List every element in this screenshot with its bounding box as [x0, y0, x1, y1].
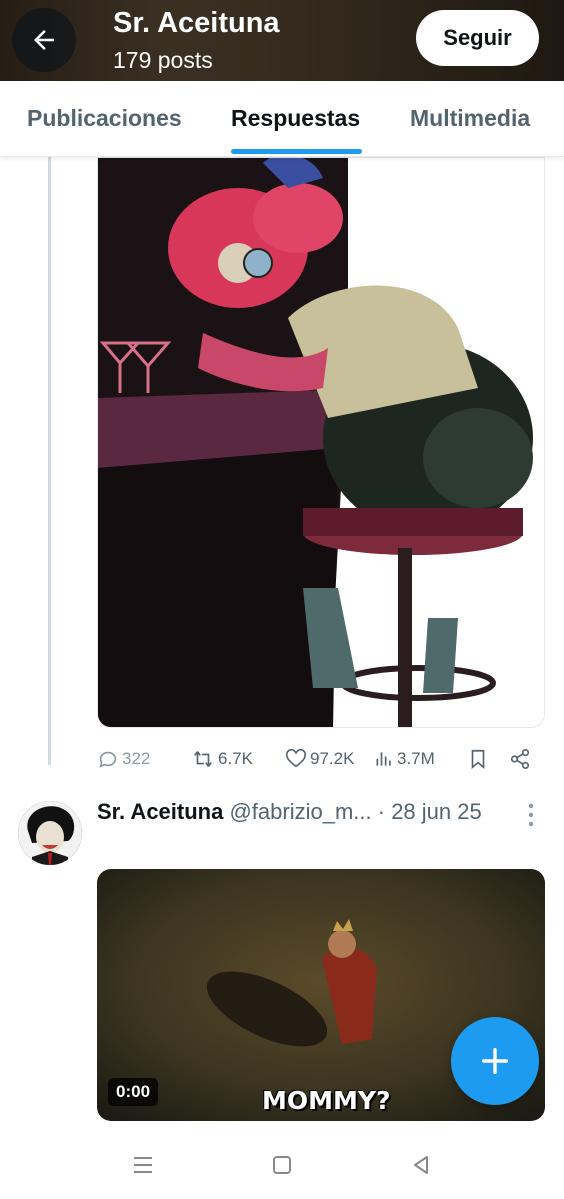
more-vertical-icon	[528, 803, 534, 827]
repost-icon	[194, 751, 212, 767]
bookmark-button[interactable]	[467, 744, 489, 774]
avatar[interactable]	[18, 801, 82, 865]
follow-button[interactable]: Seguir	[416, 10, 539, 66]
reply-count: 322	[122, 749, 151, 768]
active-tab-indicator	[231, 149, 362, 154]
compose-post-button[interactable]	[451, 1017, 539, 1105]
illustration-image	[98, 158, 544, 727]
tab-respuestas[interactable]: Respuestas	[231, 105, 360, 132]
system-navigation-bar	[0, 1130, 564, 1199]
profile-header: Sr. Aceituna 179 posts Seguir	[0, 0, 564, 81]
tab-publicaciones[interactable]: Publicaciones	[27, 105, 182, 132]
thread-connector	[48, 157, 51, 765]
plus-icon	[481, 1047, 509, 1075]
author-handle[interactable]: @fabrizio_m...	[229, 799, 371, 824]
share-icon	[510, 749, 530, 769]
post-author-line: Sr. Aceituna @fabrizio_m... · 28 jun 25	[97, 799, 482, 825]
post-image[interactable]	[97, 157, 545, 728]
post-actions: 322 6.7K 97.2K 3.7M	[97, 744, 545, 774]
views-button[interactable]: 3.7M	[374, 744, 435, 774]
menu-lines-icon	[134, 1157, 152, 1173]
heart-icon	[285, 748, 307, 768]
profile-name: Sr. Aceituna	[113, 7, 280, 39]
bookmark-icon	[471, 749, 485, 770]
home-button[interactable]	[267, 1150, 297, 1180]
profile-tabs: Publicaciones Respuestas Multimedia	[0, 81, 564, 157]
author-name[interactable]: Sr. Aceituna	[97, 799, 223, 824]
post-count: 179 posts	[113, 47, 213, 73]
tab-multimedia[interactable]: Multimedia	[410, 105, 530, 132]
view-count: 3.7M	[397, 749, 435, 768]
reply-button[interactable]: 322	[97, 744, 150, 774]
back-nav-button[interactable]	[406, 1150, 436, 1180]
arrow-left-icon	[34, 30, 54, 50]
home-square-icon	[273, 1156, 291, 1174]
video-duration: 0:00	[108, 1078, 159, 1106]
like-button[interactable]: 97.2K	[285, 744, 354, 774]
repost-button[interactable]: 6.7K	[191, 744, 253, 774]
repost-count: 6.7K	[218, 749, 253, 768]
reply-icon	[99, 751, 117, 768]
post-date: · 28 jun 25	[377, 799, 482, 824]
video-caption: MOMMY?	[262, 1086, 391, 1115]
back-button[interactable]	[12, 8, 76, 72]
avatar-image	[18, 801, 82, 865]
recent-apps-button[interactable]	[128, 1150, 158, 1180]
views-icon	[376, 752, 391, 766]
like-count: 97.2K	[310, 749, 355, 768]
more-options-button[interactable]	[524, 802, 538, 828]
back-triangle-icon	[414, 1156, 428, 1174]
share-button[interactable]	[509, 744, 531, 774]
